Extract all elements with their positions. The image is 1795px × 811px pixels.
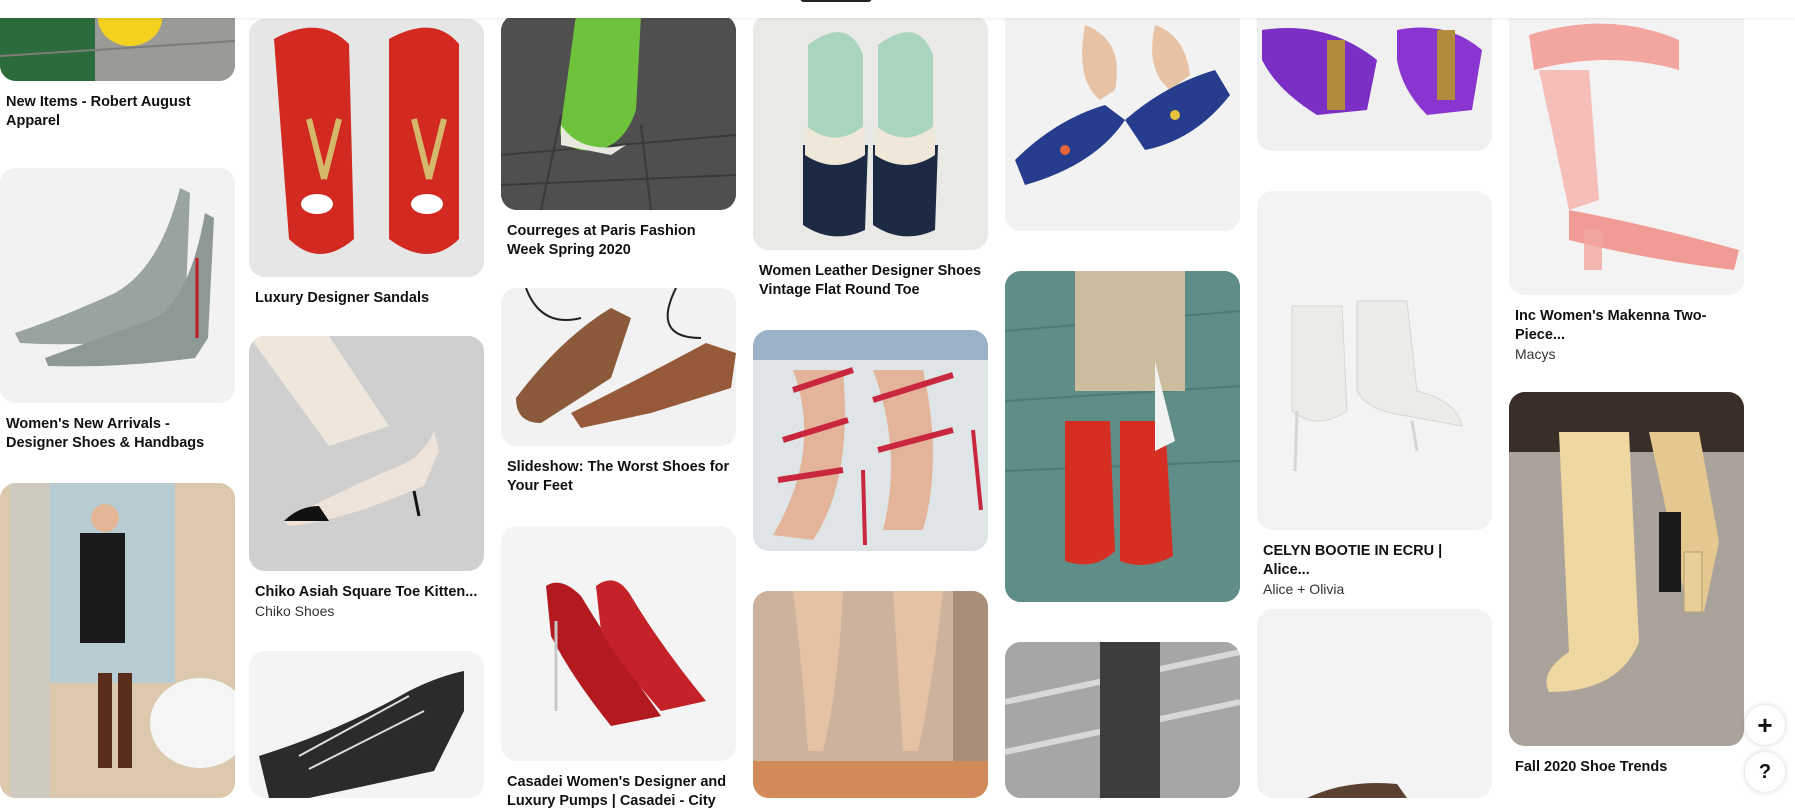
pin-image[interactable] [249, 651, 484, 798]
pin-title[interactable]: Casadei Women's Designer and Luxury Pump… [507, 773, 730, 811]
pin-gray-tights[interactable] [1005, 642, 1240, 798]
white-booties-image [1257, 191, 1492, 530]
pin-image[interactable] [0, 483, 235, 798]
pin-title[interactable]: Chiko Asiah Square Toe Kitten... [255, 583, 478, 602]
pin-sandal-lace[interactable] [1257, 609, 1492, 798]
embroidered-flats-image [1005, 0, 1240, 231]
pin-title[interactable]: Women Leather Designer Shoes Vintage Fla… [759, 262, 982, 300]
pin-image[interactable] [501, 526, 736, 761]
pin-gingham-heels[interactable] [753, 330, 988, 551]
pin-chiko[interactable]: Chiko Asiah Square Toe Kitten... Chiko S… [249, 336, 484, 620]
top-bar [0, 0, 1795, 18]
red-glitter-pumps-image [501, 526, 736, 761]
top-bar-handle [800, 0, 872, 2]
pin-image[interactable] [501, 15, 736, 210]
pin-image[interactable] [1005, 271, 1240, 602]
pin-fall-trends[interactable]: Fall 2020 Shoe Trends [1509, 392, 1744, 777]
brown-oxfords-image [501, 288, 736, 446]
pin-image[interactable] [249, 336, 484, 571]
pin-slideshow[interactable]: Slideshow: The Worst Shoes for Your Feet [501, 288, 736, 496]
pin-title[interactable]: Slideshow: The Worst Shoes for Your Feet [507, 458, 730, 496]
pin-title[interactable]: Inc Women's Makenna Two-Piece... [1515, 307, 1738, 345]
glitter-pumps-image [0, 168, 235, 403]
pin-image[interactable] [1257, 609, 1492, 798]
pin-image[interactable] [1509, 392, 1744, 746]
pin-image[interactable] [0, 168, 235, 403]
laceup-shoe-image [1257, 609, 1492, 798]
gray-tights-image [1005, 642, 1240, 798]
red-sandals-image [249, 19, 484, 277]
pin-nude-heels[interactable] [753, 591, 988, 798]
pink-sandals-image [1509, 0, 1744, 295]
pin-source[interactable]: Chiko Shoes [255, 602, 478, 620]
pin-image[interactable] [753, 330, 988, 551]
cream-boots-image [1509, 392, 1744, 746]
red-boots-image [1005, 271, 1240, 602]
add-icon: + [1757, 709, 1773, 740]
pin-purple-heels[interactable] [1257, 0, 1492, 151]
pin-courreges[interactable]: Courreges at Paris Fashion Week Spring 2… [501, 15, 736, 260]
pin-title[interactable]: New Items - Robert August Apparel [6, 93, 229, 131]
pin-title[interactable]: Women's New Arrivals - Designer Shoes & … [6, 415, 229, 453]
pin-image[interactable] [249, 19, 484, 277]
pin-robert-august[interactable]: New Items - Robert August Apparel [0, 0, 235, 131]
pin-mirror-selfie[interactable] [0, 483, 235, 798]
add-button[interactable]: + [1745, 705, 1785, 745]
pin-title[interactable]: Courreges at Paris Fashion Week Spring 2… [507, 222, 730, 260]
pin-red-boots[interactable] [1005, 271, 1240, 602]
pin-title[interactable]: Fall 2020 Shoe Trends [1515, 758, 1738, 777]
help-icon: ? [1758, 760, 1772, 783]
pin-source[interactable]: Alice + Olivia [1263, 580, 1486, 598]
green-boot-image [501, 15, 736, 210]
pin-image[interactable] [1005, 642, 1240, 798]
pin-image[interactable] [1257, 191, 1492, 530]
nude-heels-image [753, 591, 988, 798]
kitten-heel-image [249, 336, 484, 571]
striped-pumps-image [249, 651, 484, 798]
pin-title[interactable]: Luxury Designer Sandals [255, 289, 478, 308]
pin-striped-pumps[interactable] [249, 651, 484, 798]
pin-designer-shoes[interactable]: Women's New Arrivals - Designer Shoes & … [0, 168, 235, 453]
mirror-selfie-image [0, 483, 235, 798]
wingtip-shoes-image [753, 15, 988, 250]
gingham-heels-image [753, 330, 988, 551]
help-button[interactable]: ? [1745, 752, 1785, 792]
pin-celyn[interactable]: CELYN BOOTIE IN ECRU | Alice... Alice + … [1257, 191, 1492, 598]
pin-image[interactable] [753, 591, 988, 798]
pin-image[interactable] [1509, 0, 1744, 295]
pin-ysl-sandals[interactable]: Luxury Designer Sandals [249, 19, 484, 308]
pin-image[interactable] [501, 288, 736, 446]
pin-image[interactable] [753, 15, 988, 250]
pin-casadei[interactable]: Casadei Women's Designer and Luxury Pump… [501, 526, 736, 811]
pin-image[interactable] [1005, 0, 1240, 231]
purple-heels-image [1257, 0, 1492, 151]
pin-leather-shoes[interactable]: Women Leather Designer Shoes Vintage Fla… [753, 15, 988, 300]
pin-title[interactable]: CELYN BOOTIE IN ECRU | Alice... [1263, 542, 1486, 580]
pin-source[interactable]: Macys [1515, 345, 1738, 363]
pin-embroidered-flats[interactable] [1005, 0, 1240, 231]
pin-image[interactable] [1257, 0, 1492, 151]
pin-makenna[interactable]: Inc Women's Makenna Two-Piece... Macys [1509, 0, 1744, 363]
